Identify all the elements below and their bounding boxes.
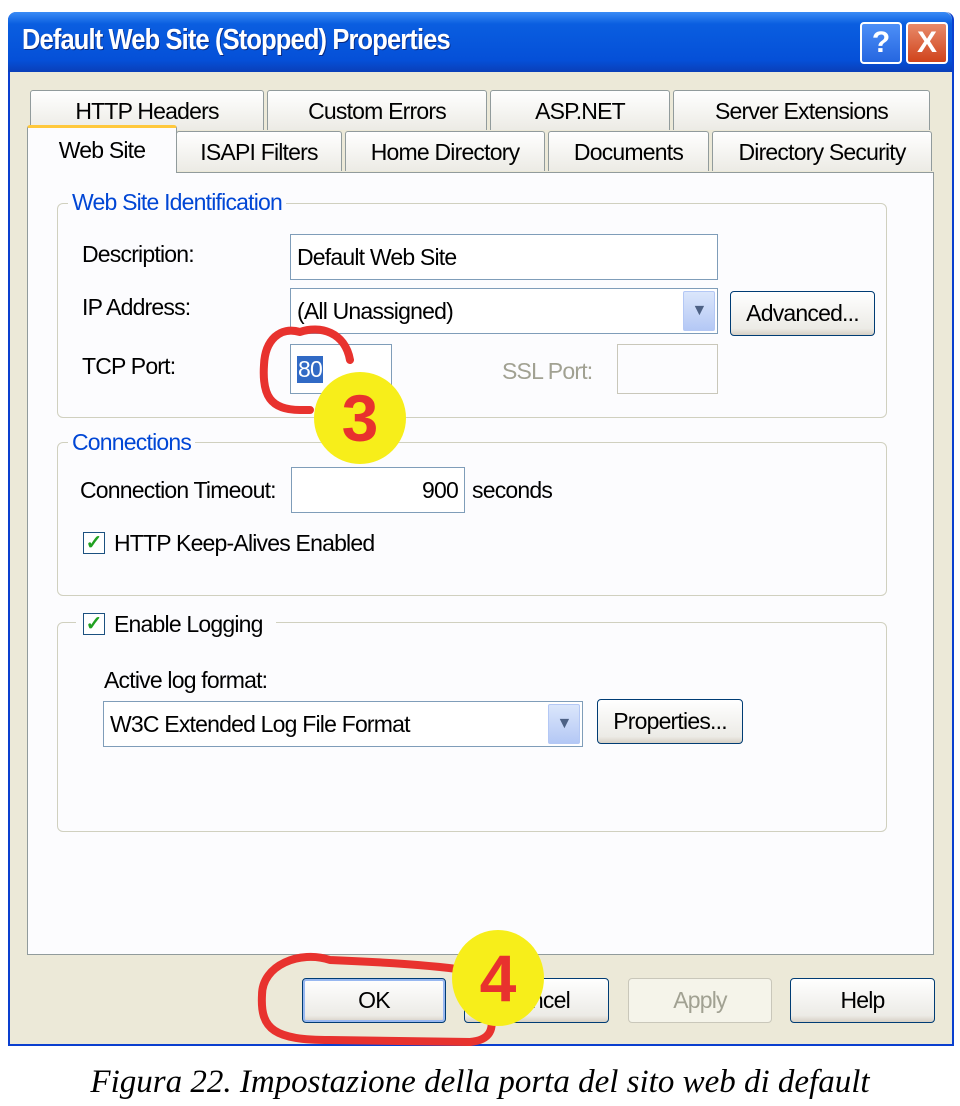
tab-web-site[interactable]: Web Site (27, 125, 177, 173)
step-4-marker: 4 (452, 930, 544, 1026)
figure-caption: Figura 22. Impostazione della porta del … (90, 1064, 870, 1100)
step-3-marker: 3 (314, 372, 406, 464)
